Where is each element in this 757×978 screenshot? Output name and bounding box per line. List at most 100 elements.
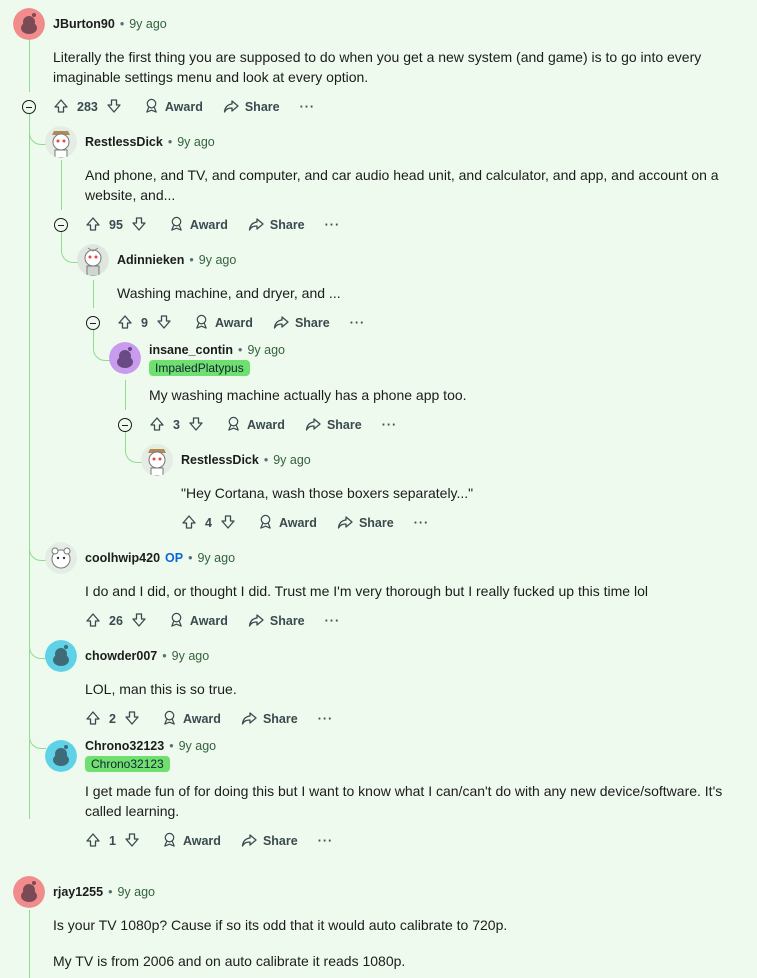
award-icon [169,216,184,234]
more-options-button[interactable]: ··· [300,100,316,114]
upvote-icon[interactable] [85,216,101,235]
upvote-icon[interactable] [85,832,101,851]
more-options-button[interactable]: ··· [382,418,398,432]
username[interactable]: Chrono32123 [85,739,164,753]
collapse-button[interactable] [86,316,100,330]
more-options-button[interactable]: ··· [325,218,341,232]
username[interactable]: RestlessDick [85,135,163,149]
timestamp[interactable]: 9y ago [247,343,285,357]
username[interactable]: rjay1255 [53,885,103,899]
username[interactable]: chowder007 [85,649,157,663]
upvote-icon[interactable] [53,98,69,117]
award-icon [226,416,241,434]
timestamp[interactable]: 9y ago [199,253,237,267]
avatar[interactable] [45,740,77,772]
award-icon [144,98,159,116]
collapse-button[interactable] [22,100,36,114]
more-options-button[interactable]: ··· [350,316,366,330]
comment-body: Is your TV 1080p? Cause if so its odd th… [53,917,508,933]
share-icon [273,314,289,333]
avatar[interactable] [13,876,45,908]
comment-actions: 283 Award Share ··· [53,97,315,117]
avatar[interactable] [45,640,77,672]
share-button[interactable]: Share [223,98,280,117]
timestamp[interactable]: 9y ago [117,885,155,899]
share-button[interactable]: Share [337,514,394,533]
award-button[interactable]: Award [226,416,285,434]
downvote-icon[interactable] [131,612,147,631]
downvote-icon[interactable] [106,98,122,117]
share-button[interactable]: Share [241,832,298,851]
username[interactable]: Adinnieken [117,253,184,267]
timestamp[interactable]: 9y ago [129,17,167,31]
upvote-icon[interactable] [85,612,101,631]
timestamp[interactable]: 9y ago [197,551,235,565]
more-options-button[interactable]: ··· [325,614,341,628]
comment-body-paragraph: My TV is from 2006 and on auto calibrate… [53,953,406,969]
share-button[interactable]: Share [241,710,298,729]
share-button[interactable]: Share [248,612,305,631]
vote-count: 9 [141,316,148,330]
award-button[interactable]: Award [169,216,228,234]
share-button[interactable]: Share [248,216,305,235]
avatar[interactable] [77,244,109,276]
share-button[interactable]: Share [273,314,330,333]
avatar[interactable] [45,542,77,574]
award-icon [169,612,184,630]
comment-meta: RestlessDick • 9y ago [85,133,215,151]
timestamp[interactable]: 9y ago [172,649,210,663]
award-button[interactable]: Award [194,314,253,332]
award-icon [162,832,177,850]
award-button[interactable]: Award [162,832,221,850]
separator: • [162,649,167,663]
downvote-icon[interactable] [131,216,147,235]
more-options-button[interactable]: ··· [414,516,430,530]
downvote-icon[interactable] [220,514,236,533]
avatar[interactable] [13,8,45,40]
username[interactable]: coolhwip420 [85,551,160,565]
share-button[interactable]: Share [305,416,362,435]
share-icon [305,416,321,435]
separator: • [263,453,269,467]
downvote-icon[interactable] [156,314,172,333]
username[interactable]: insane_contin [149,343,233,357]
timestamp[interactable]: 9y ago [177,135,215,149]
username[interactable]: JBurton90 [53,17,115,31]
upvote-icon[interactable] [149,416,165,435]
award-button[interactable]: Award [169,612,228,630]
comment-meta: insane_contin • 9y ago [149,341,285,359]
downvote-icon[interactable] [188,416,204,435]
comment-body: And phone, and TV, and computer, and car… [85,167,719,203]
vote-count: 283 [77,100,98,114]
comment-body: LOL, man this is so true. [85,681,237,697]
comment-meta: coolhwip420 OP • 9y ago [85,549,235,567]
downvote-icon[interactable] [124,710,140,729]
collapse-button[interactable] [54,218,68,232]
award-button[interactable]: Award [144,98,203,116]
upvote-icon[interactable] [181,514,197,533]
vote-count: 4 [205,516,212,530]
comment-body: I do and I did, or thought I did. Trust … [85,583,648,599]
avatar[interactable] [45,126,77,158]
award-button[interactable]: Award [258,514,317,532]
more-options-button[interactable]: ··· [318,712,334,726]
timestamp[interactable]: 9y ago [273,453,311,467]
username[interactable]: RestlessDick [181,453,259,467]
timestamp[interactable]: 9y ago [179,739,217,753]
upvote-icon[interactable] [117,314,133,333]
upvote-icon[interactable] [85,710,101,729]
separator: • [169,739,174,753]
comment-body: Literally the first thing you are suppos… [53,49,702,85]
downvote-icon[interactable] [124,832,140,851]
comment-meta: JBurton90 • 9y ago [53,15,167,33]
vote-count: 26 [109,614,123,628]
avatar[interactable] [141,444,173,476]
award-icon [162,710,177,728]
avatar[interactable] [109,342,141,374]
comment-meta: RestlessDick • 9y ago [181,451,311,469]
collapse-button[interactable] [118,418,132,432]
award-button[interactable]: Award [162,710,221,728]
comment-meta: Adinnieken • 9y ago [117,251,236,269]
more-options-button[interactable]: ··· [318,834,334,848]
comment-meta: rjay1255 • 9y ago [53,883,155,901]
